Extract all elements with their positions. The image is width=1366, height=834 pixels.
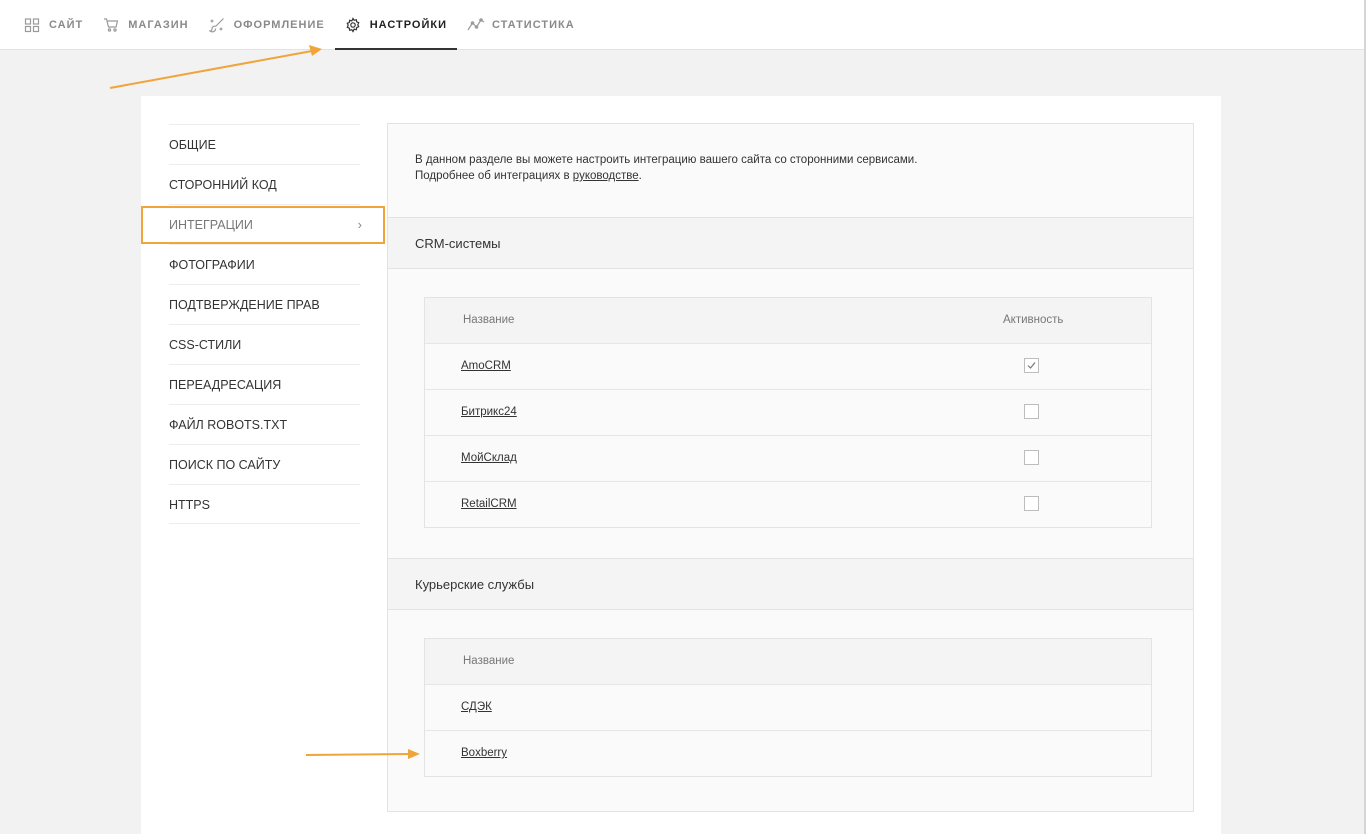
guide-link[interactable]: руководстве xyxy=(573,170,639,182)
tab-shop[interactable]: МАГАЗИН xyxy=(93,0,198,50)
sidebar-item-label: ФАЙЛ ROBOTS.TXT xyxy=(169,418,288,432)
integration-link-retailcrm[interactable]: RetailCRM xyxy=(461,482,517,527)
sidebar-item-site-search[interactable]: ПОИСК ПО САЙТУ xyxy=(169,444,360,484)
sidebar-item-label: СТОРОННИЙ КОД xyxy=(169,178,277,192)
column-header-name: Название xyxy=(463,314,515,326)
sidebar-item-label: ПОИСК ПО САЙТУ xyxy=(169,458,281,472)
table-row: СДЭК xyxy=(425,685,1151,731)
table-row: Битрикс24 xyxy=(425,390,1151,436)
crm-table: Название Активность AmoCRM Битрикс24 Мой… xyxy=(424,297,1152,528)
settings-sidebar: ОБЩИЕ СТОРОННИЙ КОД ИНТЕГРАЦИИ › ФОТОГРАФ… xyxy=(169,124,362,524)
checkmark-icon xyxy=(1027,362,1036,369)
couriers-section-header: Курьерские службы xyxy=(388,558,1193,610)
tab-label: САЙТ xyxy=(49,19,84,31)
tab-design[interactable]: ОФОРМЛЕНИЕ xyxy=(199,0,335,50)
tab-settings[interactable]: НАСТРОЙКИ xyxy=(334,0,458,50)
gear-icon xyxy=(345,17,361,33)
chevron-right-icon: › xyxy=(357,217,362,232)
sidebar-item-label: ИНТЕГРАЦИИ xyxy=(169,218,253,232)
tab-label: НАСТРОЙКИ xyxy=(369,19,447,31)
sidebar-item-verification[interactable]: ПОДТВЕРЖДЕНИЕ ПРАВ xyxy=(169,284,360,324)
table-row: Boxberry xyxy=(425,731,1151,776)
intro-line: В данном разделе вы можете настроить инт… xyxy=(415,154,918,166)
sidebar-item-general[interactable]: ОБЩИЕ xyxy=(169,124,360,164)
grid-icon xyxy=(24,17,40,33)
table-row: RetailCRM xyxy=(425,482,1151,527)
tab-site[interactable]: САЙТ xyxy=(14,0,93,50)
chart-line-icon xyxy=(467,17,485,33)
tab-label: СТАТИСТИКА xyxy=(491,19,575,31)
crm-section-header: CRM-системы xyxy=(388,217,1193,269)
courier-link-boxberry[interactable]: Boxberry xyxy=(461,731,507,776)
column-header-name: Название xyxy=(463,655,515,667)
top-navigation-bar: САЙТ МАГАЗИН ОФОРМЛЕНИЕ НАСТРОЙКИ СТАТИС… xyxy=(0,0,1366,50)
couriers-table: Название СДЭК Boxberry xyxy=(424,638,1152,777)
activity-checkbox[interactable] xyxy=(1024,358,1039,373)
sidebar-item-robots-txt[interactable]: ФАЙЛ ROBOTS.TXT xyxy=(169,404,360,444)
sidebar-item-label: CSS-СТИЛИ xyxy=(169,338,242,352)
sidebar-item-label: ФОТОГРАФИИ xyxy=(169,258,255,272)
intro-line: Подробнее об интеграциях в руководстве. xyxy=(415,168,917,184)
sidebar-item-photos[interactable]: ФОТОГРАФИИ xyxy=(169,244,360,284)
intro-text: В данном разделе вы можете настроить инт… xyxy=(415,152,917,184)
sidebar-item-integrations[interactable]: ИНТЕГРАЦИИ › xyxy=(169,204,362,244)
sidebar-item-label: ПЕРЕАДРЕСАЦИЯ xyxy=(169,378,282,392)
integration-link-bitrix24[interactable]: Битрикс24 xyxy=(461,390,517,435)
intro-text-part: . xyxy=(638,170,642,182)
main-tabs: САЙТ МАГАЗИН ОФОРМЛЕНИЕ НАСТРОЙКИ СТАТИС… xyxy=(14,0,585,50)
tab-label: МАГАЗИН xyxy=(128,19,189,31)
column-header-activity: Активность xyxy=(1003,314,1064,326)
sidebar-item-label: ОБЩИЕ xyxy=(169,138,216,152)
arrow-to-settings-tab xyxy=(109,45,322,89)
table-row: AmoCRM xyxy=(425,344,1151,390)
table-header: Название Активность xyxy=(425,298,1151,344)
table-row: МойСклад xyxy=(425,436,1151,482)
courier-link-cdek[interactable]: СДЭК xyxy=(461,685,492,730)
sidebar-item-css-styles[interactable]: CSS-СТИЛИ xyxy=(169,324,360,364)
tab-statistics[interactable]: СТАТИСТИКА xyxy=(457,0,585,50)
settings-panel: ОБЩИЕ СТОРОННИЙ КОД ИНТЕГРАЦИИ › ФОТОГРАФ… xyxy=(141,96,1221,834)
sidebar-item-redirects[interactable]: ПЕРЕАДРЕСАЦИЯ xyxy=(169,364,360,404)
cart-icon xyxy=(103,17,119,33)
table-header: Название xyxy=(425,639,1151,685)
activity-checkbox[interactable] xyxy=(1024,404,1039,419)
sidebar-item-https[interactable]: HTTPS xyxy=(169,484,360,524)
activity-checkbox[interactable] xyxy=(1024,496,1039,511)
integration-link-moysklad[interactable]: МойСклад xyxy=(461,436,517,481)
activity-checkbox[interactable] xyxy=(1024,450,1039,465)
sidebar-item-label: ПОДТВЕРЖДЕНИЕ ПРАВ xyxy=(169,298,320,312)
tab-label: ОФОРМЛЕНИЕ xyxy=(233,19,325,31)
integrations-content: В данном разделе вы можете настроить инт… xyxy=(387,123,1194,812)
intro-text-part: Подробнее об интеграциях в xyxy=(415,170,573,182)
sidebar-item-custom-code[interactable]: СТОРОННИЙ КОД xyxy=(169,164,360,204)
integration-link-amocrm[interactable]: AmoCRM xyxy=(461,344,511,389)
brush-icon xyxy=(207,17,225,33)
sidebar-item-label: HTTPS xyxy=(169,498,210,512)
